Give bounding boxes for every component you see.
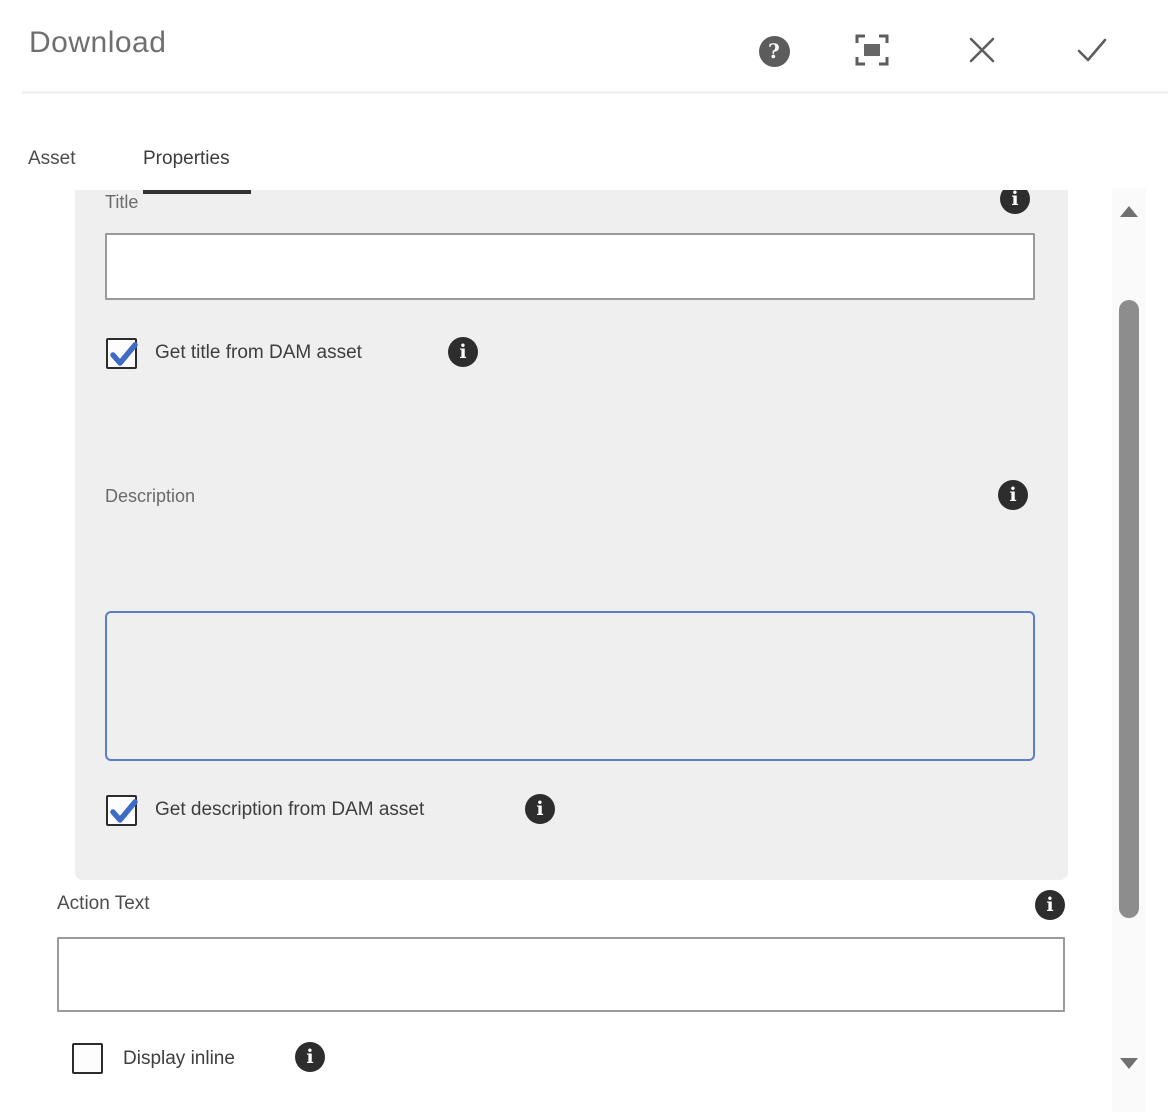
action-text-info-icon[interactable]: i bbox=[1035, 890, 1065, 920]
description-field-label: Description bbox=[105, 486, 195, 507]
scrollbar-up-arrow-icon[interactable] bbox=[1120, 206, 1138, 217]
fullscreen-icon bbox=[855, 34, 889, 69]
title-field-label: Title bbox=[105, 192, 138, 213]
tab-asset[interactable]: Asset bbox=[28, 148, 76, 170]
action-text-label: Action Text bbox=[57, 893, 150, 915]
close-icon bbox=[967, 35, 997, 68]
action-text-input[interactable] bbox=[57, 937, 1065, 1012]
get-description-from-dam-checkbox[interactable] bbox=[106, 795, 137, 826]
get-title-from-dam-label: Get title from DAM asset bbox=[155, 342, 362, 364]
get-description-from-dam-label: Get description from DAM asset bbox=[155, 799, 424, 821]
check-icon bbox=[1076, 35, 1108, 68]
display-inline-label: Display inline bbox=[123, 1048, 235, 1070]
dialog-content: Title i Get title from DAM asset i Descr… bbox=[0, 190, 1100, 1112]
dialog-title: Download bbox=[29, 26, 166, 60]
description-richtext-input[interactable] bbox=[105, 611, 1035, 761]
title-input[interactable] bbox=[105, 233, 1035, 300]
active-tab-underline bbox=[143, 190, 251, 194]
scrollbar-thumb[interactable] bbox=[1119, 300, 1139, 918]
display-inline-info-icon[interactable]: i bbox=[295, 1042, 325, 1072]
get-description-info-icon[interactable]: i bbox=[525, 794, 555, 824]
confirm-button[interactable] bbox=[1074, 33, 1110, 69]
help-button[interactable]: ? bbox=[756, 33, 792, 69]
get-title-from-dam-checkbox[interactable] bbox=[106, 338, 137, 369]
fullscreen-button[interactable] bbox=[854, 33, 890, 69]
close-button[interactable] bbox=[964, 33, 1000, 69]
scrollbar-down-arrow-icon[interactable] bbox=[1120, 1058, 1138, 1069]
tab-properties[interactable]: Properties bbox=[143, 148, 230, 170]
check-mark-icon bbox=[109, 798, 142, 827]
help-icon: ? bbox=[759, 36, 790, 67]
header-divider bbox=[22, 91, 1168, 94]
check-mark-icon bbox=[109, 341, 142, 370]
display-inline-checkbox[interactable] bbox=[72, 1043, 103, 1074]
get-title-info-icon[interactable]: i bbox=[448, 337, 478, 367]
description-info-icon[interactable]: i bbox=[998, 480, 1028, 510]
